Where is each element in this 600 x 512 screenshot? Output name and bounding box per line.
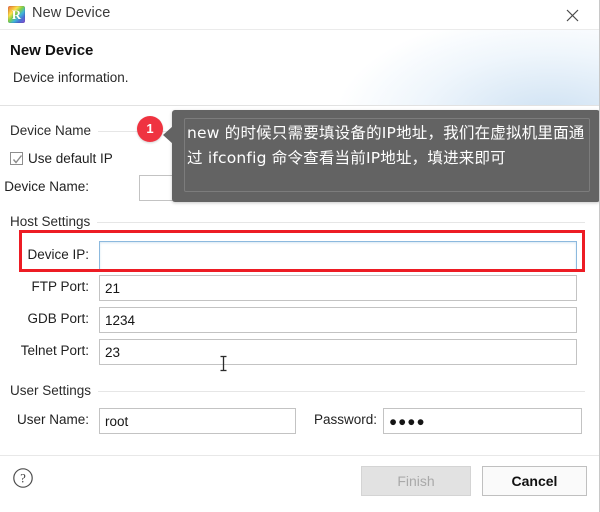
check-icon <box>12 155 23 164</box>
telnet-port-label: Telnet Port: <box>20 343 89 358</box>
checkbox-box <box>10 152 23 165</box>
app-logo-letter: R <box>11 7 22 22</box>
ftp-port-input[interactable] <box>99 275 577 301</box>
annotation-badge-1: 1 <box>137 116 163 142</box>
group-label-host-settings: Host Settings <box>10 214 98 229</box>
dialog-footer: ? Finish Cancel <box>0 455 599 512</box>
close-icon <box>566 9 578 21</box>
close-button[interactable] <box>552 0 592 30</box>
cancel-button[interactable]: Cancel <box>482 466 587 496</box>
annotation-tooltip: new 的时候只需要填设备的IP地址，我们在虚拟机里面通过 ifconfig 命… <box>163 110 599 202</box>
password-label: Password: <box>313 412 377 427</box>
user-name-label: User Name: <box>16 412 89 427</box>
ibeam-cursor-icon <box>220 355 227 372</box>
device-ip-label: Device IP: <box>27 247 89 262</box>
tooltip-arrow-icon <box>163 126 173 144</box>
gdb-port-label: GDB Port: <box>27 311 89 326</box>
help-icon: ? <box>13 468 33 488</box>
svg-text:?: ? <box>20 472 26 486</box>
device-ip-input[interactable] <box>99 241 577 271</box>
device-name-label: Device Name: <box>4 179 89 194</box>
group-label-device-name: Device Name <box>10 123 99 138</box>
new-device-dialog: R New Device New Device Device informati… <box>0 0 600 512</box>
use-default-ip-checkbox[interactable]: Use default IP <box>10 151 113 166</box>
app-logo-icon: R <box>8 6 25 23</box>
title-bar: R New Device <box>0 0 599 30</box>
tooltip-text: new 的时候只需要填设备的IP地址，我们在虚拟机里面通过 ifconfig 命… <box>187 124 585 167</box>
window-title: New Device <box>32 5 111 21</box>
use-default-ip-label: Use default IP <box>28 151 113 166</box>
telnet-port-input[interactable] <box>99 339 577 365</box>
page-title: New Device <box>10 42 94 59</box>
help-button[interactable]: ? <box>12 467 34 489</box>
user-name-input[interactable] <box>99 408 296 434</box>
page-subtitle: Device information. <box>13 70 129 85</box>
password-input[interactable] <box>383 408 582 434</box>
group-label-user-settings: User Settings <box>10 383 99 398</box>
ftp-port-label: FTP Port: <box>31 279 89 294</box>
background-sliver <box>0 508 599 512</box>
dialog-header: New Device Device information. <box>0 30 599 106</box>
tooltip-inner-frame: new 的时候只需要填设备的IP地址，我们在虚拟机里面通过 ifconfig 命… <box>184 118 590 192</box>
gdb-port-input[interactable] <box>99 307 577 333</box>
finish-button[interactable]: Finish <box>361 466 471 496</box>
text-cursor-pointer <box>219 355 228 375</box>
